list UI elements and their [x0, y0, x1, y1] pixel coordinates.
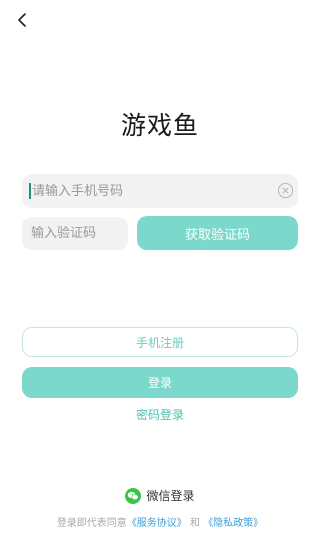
phone-register-button[interactable]: 手机注册: [22, 327, 298, 357]
agreement-text: 登录即代表同意《服务协议》 和 《隐私政策》: [0, 514, 320, 529]
clear-circle-icon[interactable]: [277, 182, 294, 199]
password-login-row: 密码登录: [0, 406, 320, 423]
wechat-login-button[interactable]: 微信登录: [0, 487, 320, 504]
agreement-joiner: 和: [190, 518, 200, 529]
password-login-link[interactable]: 密码登录: [136, 408, 184, 422]
agreement-prefix: 登录即代表同意: [56, 518, 127, 529]
phone-input[interactable]: [32, 174, 262, 208]
text-cursor: [29, 183, 31, 199]
app-title: 游戏鱼: [120, 111, 199, 140]
login-button[interactable]: 登录: [22, 367, 298, 398]
get-code-button[interactable]: 获取验证码: [137, 216, 298, 250]
back-button[interactable]: [10, 8, 34, 32]
phone-field[interactable]: [22, 174, 298, 208]
wechat-login-label: 微信登录: [146, 489, 195, 503]
privacy-policy-link[interactable]: 《隐私政策》: [203, 518, 263, 529]
service-agreement-link[interactable]: 《服务协议》: [127, 518, 187, 529]
verification-code-input[interactable]: [31, 226, 123, 241]
wechat-icon: [125, 487, 142, 504]
chevron-left-icon: [18, 13, 26, 27]
code-field[interactable]: [22, 217, 128, 250]
